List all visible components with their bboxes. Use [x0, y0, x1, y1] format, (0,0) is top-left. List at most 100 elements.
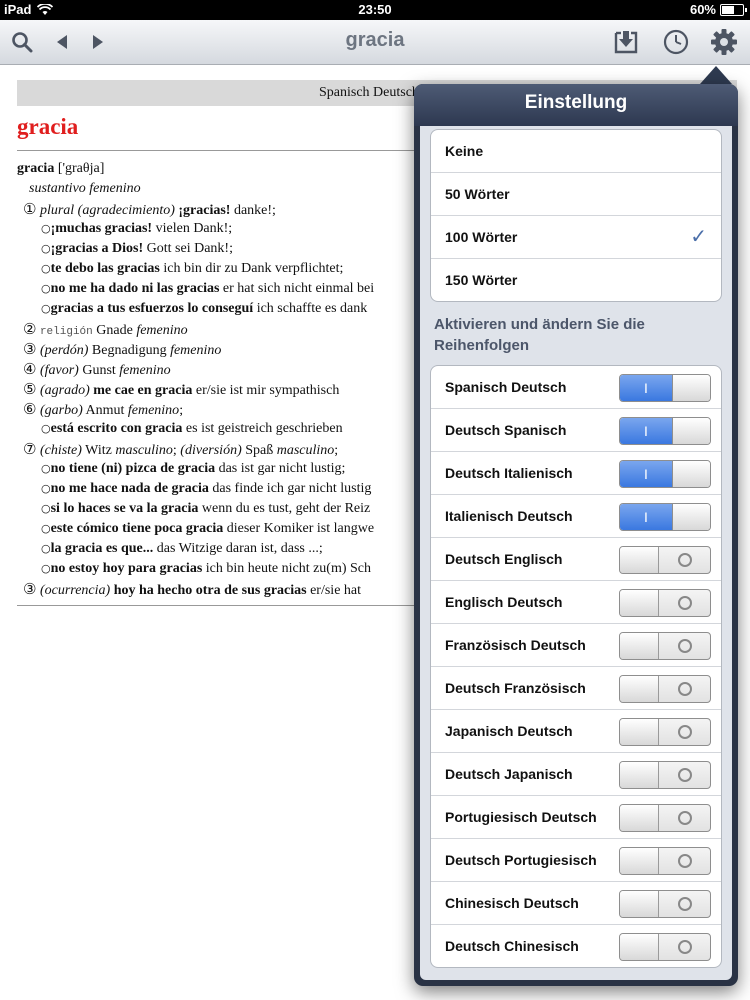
- toggle-off-ring-icon: [678, 553, 692, 567]
- text-segment: das ist gar nicht lustig;: [215, 461, 346, 476]
- phrase: está escrito con gracia: [50, 421, 183, 436]
- history-option[interactable]: 150 Wörter: [431, 259, 721, 301]
- toggle-knob: [620, 719, 659, 745]
- checkmark-icon: ✓: [690, 226, 707, 248]
- dictionary-row: Deutsch Italienisch I: [431, 452, 721, 495]
- dictionary-label: Englisch Deutsch: [445, 594, 563, 610]
- dictionary-toggle[interactable]: [619, 632, 711, 660]
- toggle-knob: [620, 805, 659, 831]
- text-segment: (chiste): [39, 443, 82, 458]
- divider: [17, 605, 417, 606]
- dictionary-toggle[interactable]: [619, 890, 711, 918]
- text-segment: masculino: [276, 443, 335, 458]
- dictionary-row: Französisch Deutsch: [431, 624, 721, 667]
- popover-body: Keine 50 Wörter 100 Wörter ✓ 150 Wörter Akti…: [420, 126, 732, 980]
- phrase: ¡muchas gracias!: [50, 221, 153, 236]
- battery-fill: [722, 5, 734, 14]
- dictionary-toggle[interactable]: [619, 546, 711, 574]
- phrase: la gracia es que...: [50, 541, 154, 556]
- text-segment: wenn du es tust, geht der Reiz: [198, 501, 371, 516]
- entry-word: gracia: [17, 161, 55, 176]
- phrase: me cae en gracia: [93, 383, 193, 398]
- dictionary-toggle[interactable]: I: [619, 417, 711, 445]
- toggle-knob: [620, 590, 659, 616]
- history-option[interactable]: 100 Wörter ✓: [431, 216, 721, 259]
- sense-number: ②: [23, 320, 37, 338]
- text-segment: (diversión): [180, 443, 242, 458]
- dictionary-row: Spanisch Deutsch I: [431, 366, 721, 409]
- dictionary-toggle[interactable]: I: [619, 374, 711, 402]
- option-label: 100 Wörter: [445, 229, 518, 245]
- sense-number: ④: [23, 360, 37, 378]
- toggle-knob: [620, 547, 659, 573]
- field-label: religión: [39, 326, 93, 338]
- settings-popover: Einstellung Keine 50 Wörter 100 Wörter ✓ 150…: [414, 84, 738, 986]
- clock-icon: [663, 29, 689, 55]
- pronunciation: ['graθja]: [54, 161, 105, 176]
- dictionary-toggle[interactable]: [619, 933, 711, 961]
- dictionary-row: Deutsch Französisch: [431, 667, 721, 710]
- download-button[interactable]: [610, 26, 642, 58]
- dictionary-row: Japanisch Deutsch: [431, 710, 721, 753]
- gear-icon: [711, 29, 737, 55]
- dictionary-row: Deutsch Japanisch: [431, 753, 721, 796]
- dictionary-toggle[interactable]: I: [619, 460, 711, 488]
- dictionary-label: Chinesisch Deutsch: [445, 895, 579, 911]
- history-button[interactable]: [660, 26, 692, 58]
- toggle-on-label: I: [620, 504, 672, 530]
- dictionary-toggle[interactable]: [619, 675, 711, 703]
- history-option[interactable]: Keine: [431, 130, 721, 173]
- text-segment: er/sie hat: [306, 583, 362, 598]
- dictionary-row: Deutsch Spanisch I: [431, 409, 721, 452]
- toggle-knob: [620, 762, 659, 788]
- dictionary-row: Portugiesisch Deutsch: [431, 796, 721, 839]
- sense-number: ①: [23, 200, 37, 218]
- divider: [17, 150, 417, 151]
- text-segment: es ist geistreich geschrieben: [182, 421, 343, 436]
- phrase: este cómico tiene poca gracia: [50, 521, 224, 536]
- toggle-knob: [620, 848, 659, 874]
- toggle-knob: [672, 461, 710, 487]
- battery-percentage: 60%: [689, 2, 716, 17]
- battery-icon: [720, 3, 747, 16]
- bullet-icon: ○: [41, 502, 51, 515]
- bullet-icon: ○: [41, 222, 51, 235]
- history-option[interactable]: 50 Wörter: [431, 173, 721, 216]
- popover-arrow: [700, 66, 732, 84]
- dictionary-label: Deutsch Englisch: [445, 551, 563, 567]
- dictionary-label: Deutsch Italienisch: [445, 465, 573, 481]
- phrase: ¡gracias!: [178, 203, 231, 218]
- text-segment: (favor): [39, 363, 79, 378]
- dictionary-toggle[interactable]: [619, 589, 711, 617]
- text-segment: (perdón): [39, 343, 89, 358]
- dictionary-toggle[interactable]: [619, 718, 711, 746]
- text-segment: er/sie ist mir sympathisch: [192, 383, 340, 398]
- dictionary-label: Spanisch Deutsch: [445, 379, 567, 395]
- toggle-off-ring-icon: [678, 725, 692, 739]
- toggle-on-label: I: [620, 375, 672, 401]
- settings-button[interactable]: [708, 26, 740, 58]
- dictionary-row: Deutsch Portugiesisch: [431, 839, 721, 882]
- phrase: hoy ha hecho otra de sus gracias: [113, 583, 307, 598]
- download-tray-icon: [614, 31, 638, 54]
- dictionary-toggle[interactable]: I: [619, 503, 711, 531]
- battery-area: 60%: [689, 2, 747, 17]
- phrase: no tiene (ni) pizca de gracia: [50, 461, 216, 476]
- text-segment: Gunst: [78, 363, 120, 378]
- text-segment: masculino: [115, 443, 173, 458]
- bullet-icon: ○: [41, 542, 51, 555]
- dictionary-toggle[interactable]: [619, 804, 711, 832]
- toggle-off-ring-icon: [678, 768, 692, 782]
- dictionary-label: Italienisch Deutsch: [445, 508, 573, 524]
- toggle-off-ring-icon: [678, 639, 692, 653]
- text-segment: Begnadigung: [88, 343, 171, 358]
- status-bar: iPad 23:50 60%: [0, 0, 750, 20]
- dictionary-toggle[interactable]: [619, 761, 711, 789]
- toggle-off-ring-icon: [678, 897, 692, 911]
- bullet-icon: ○: [41, 422, 51, 435]
- dictionary-row: Deutsch Chinesisch: [431, 925, 721, 967]
- bullet-icon: ○: [41, 262, 51, 275]
- toggle-on-label: I: [620, 461, 672, 487]
- dictionary-label: Französisch Deutsch: [445, 637, 586, 653]
- dictionary-toggle[interactable]: [619, 847, 711, 875]
